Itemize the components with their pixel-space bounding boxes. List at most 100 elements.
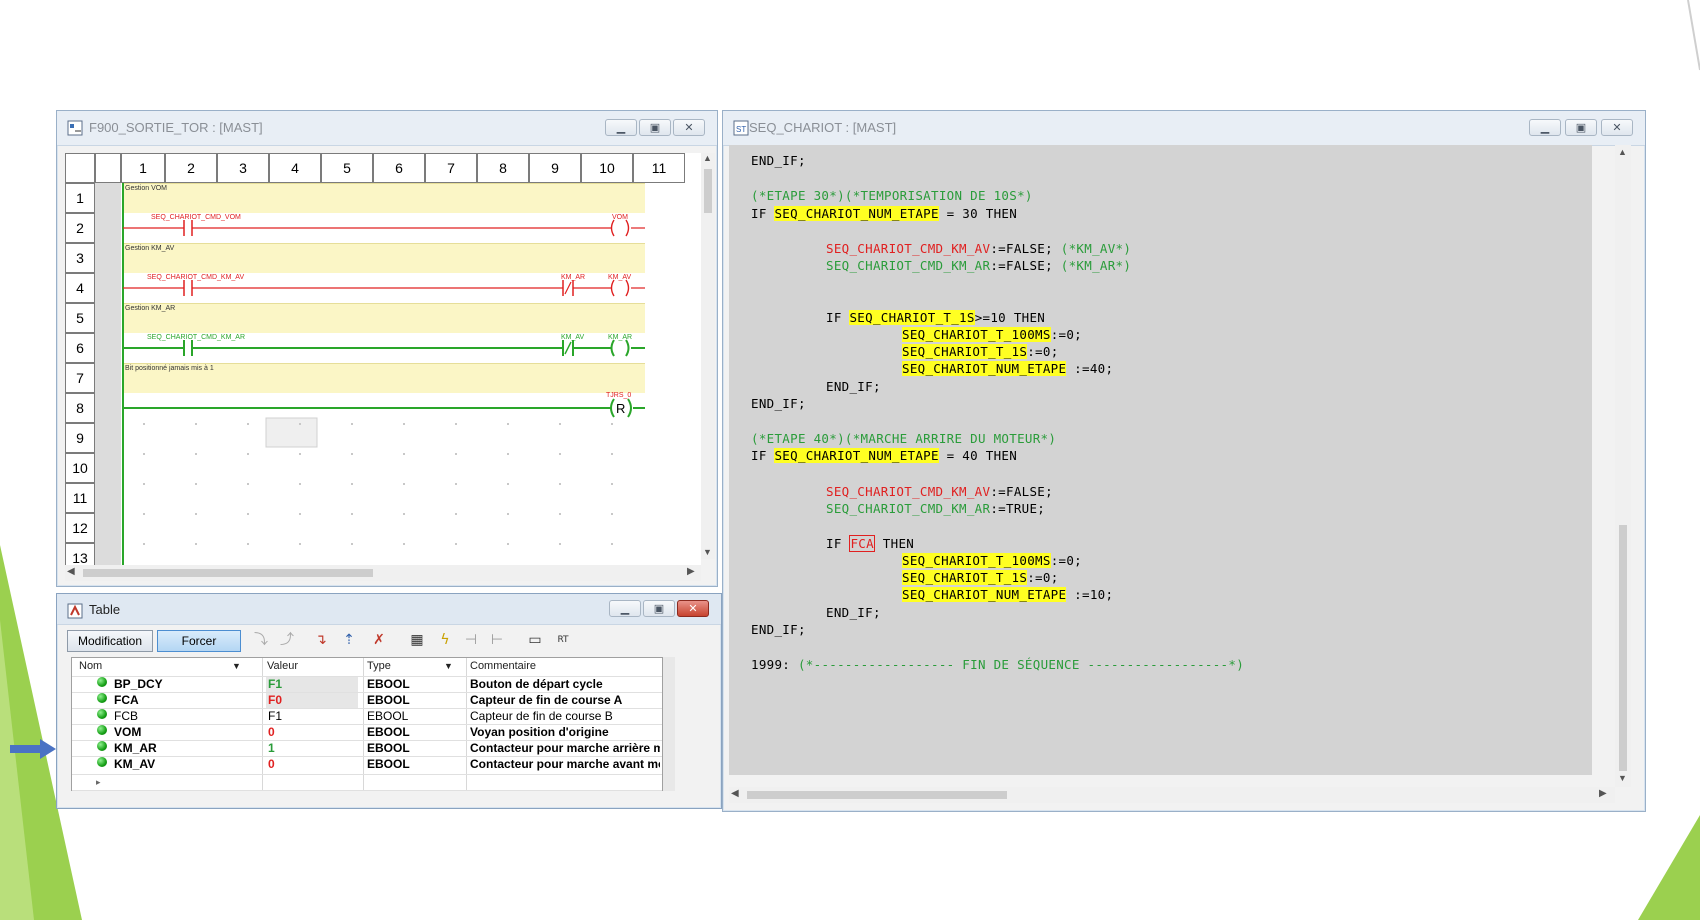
cell-commentaire[interactable]: Bouton de départ cycle <box>470 677 660 692</box>
sort-dropdown-icon[interactable]: ▼ <box>444 658 453 675</box>
cell-valeur[interactable]: 1 <box>266 741 358 756</box>
table-row[interactable]: FCB F1 EBOOL Capteur de fin de course B <box>72 708 662 724</box>
grid-icon[interactable]: ▦ <box>407 630 427 650</box>
vertical-scrollbar[interactable]: ▲ ▼ <box>701 153 715 559</box>
cell-commentaire[interactable]: Capteur de fin de course A <box>470 693 660 708</box>
cell-valeur[interactable]: F1 <box>266 677 358 692</box>
close-icon: ✕ <box>688 602 698 615</box>
horizontal-scrollbar[interactable]: ◀ ▶ <box>65 565 701 581</box>
cell-nom[interactable]: VOM <box>114 725 254 740</box>
code-line: SEQ_CHARIOT_NUM_ETAPE :=10; <box>902 587 1114 602</box>
code-line: IF FCA THEN <box>826 535 915 552</box>
grid-dot <box>403 513 405 515</box>
rt-icon[interactable]: RT <box>553 630 573 650</box>
code-comment: (*ETAPE 30*)(*TEMPORISATION DE 10S*) <box>751 188 1033 203</box>
scroll-thumb[interactable] <box>83 569 373 577</box>
grid-dot <box>351 513 353 515</box>
cell-valeur[interactable]: F1 <box>266 709 358 724</box>
highlighted-variable: SEQ_CHARIOT_T_1S <box>902 344 1028 359</box>
table-row[interactable]: BP_DCY F1 EBOOL Bouton de départ cycle <box>72 676 662 692</box>
column-header-valeur[interactable]: Valeur <box>267 658 298 675</box>
grid-dot <box>195 543 197 545</box>
code-line: SEQ_CHARIOT_CMD_KM_AV:=FALSE; (*KM_AV*) <box>826 241 1132 256</box>
reset-value-icon[interactable]: ⊢ <box>487 630 507 650</box>
minimize-button[interactable]: ▁ <box>609 600 641 617</box>
grid-dot <box>455 423 457 425</box>
highlighted-variable: SEQ_CHARIOT_NUM_ETAPE <box>902 361 1067 376</box>
cell-valeur[interactable]: 0 <box>266 725 358 740</box>
scroll-right-icon[interactable]: ▶ <box>1599 788 1607 799</box>
column-header-type[interactable]: Type <box>367 658 391 675</box>
scroll-thumb[interactable] <box>1619 525 1627 771</box>
scroll-thumb[interactable] <box>747 791 1007 799</box>
force-icon[interactable]: ⇡ <box>339 630 359 650</box>
scroll-up-icon[interactable]: ▲ <box>703 153 712 163</box>
scroll-down-icon[interactable]: ▼ <box>703 547 712 557</box>
cell-commentaire[interactable]: Contacteur pour marche avant mot... <box>470 757 660 772</box>
close-button[interactable]: ✕ <box>677 600 709 617</box>
code-horizontal-scrollbar[interactable]: ◀ ▶ <box>729 787 1615 803</box>
modification-tab[interactable]: Modification <box>67 630 153 652</box>
cell-commentaire[interactable]: Capteur de fin de course B <box>470 709 660 724</box>
cell-valeur[interactable]: 0 <box>266 757 358 772</box>
new-row[interactable]: ▸ <box>72 774 662 791</box>
code-line: END_IF; <box>751 153 806 168</box>
column-header-commentaire[interactable]: Commentaire <box>470 658 536 675</box>
minimize-button[interactable]: ▁ <box>1529 119 1561 136</box>
minimize-button[interactable]: ▁ <box>605 119 637 136</box>
scroll-right-icon[interactable]: ▶ <box>687 566 695 577</box>
cell-nom[interactable]: FCA <box>114 693 254 708</box>
table-row[interactable]: KM_AV 0 EBOOL Contacteur pour marche avant … <box>72 756 662 772</box>
grid-dot <box>455 513 457 515</box>
scroll-thumb[interactable] <box>704 169 712 213</box>
table-row[interactable]: VOM 0 EBOOL Voyan position d'origine <box>72 724 662 740</box>
scroll-up-icon[interactable]: ▲ <box>1618 147 1627 157</box>
grid-dot <box>403 543 405 545</box>
table-row[interactable]: KM_AR 1 EBOOL Contacteur pour marche arrièr… <box>72 740 662 756</box>
grid-dot <box>143 483 145 485</box>
maximize-icon: ▣ <box>653 602 665 615</box>
grid-dot <box>455 453 457 455</box>
column-header-nom[interactable]: Nom <box>79 658 102 675</box>
scroll-left-icon[interactable]: ◀ <box>67 566 75 577</box>
cell-nom[interactable]: KM_AV <box>114 757 254 772</box>
st-code-editor[interactable]: END_IF; (*ETAPE 30*)(*TEMPORISATION DE 1… <box>729 145 1592 775</box>
grid-dot <box>351 483 353 485</box>
code-vertical-scrollbar[interactable]: ▲ ▼ <box>1615 145 1631 787</box>
close-button[interactable]: ✕ <box>1601 119 1633 136</box>
grid-dot <box>247 543 249 545</box>
forcer-tab[interactable]: Forcer <box>157 630 241 652</box>
set-value-icon[interactable]: ⊣ <box>461 630 481 650</box>
cell-nom[interactable]: FCB <box>114 709 254 724</box>
table-vertical-scrollbar[interactable] <box>663 657 675 791</box>
unforce-icon[interactable]: ✗ <box>369 630 389 650</box>
animation-icon[interactable]: ▭ <box>525 630 545 650</box>
grid-dot <box>559 543 561 545</box>
grid-dot <box>507 513 509 515</box>
rising-edge-icon[interactable]: ↴ <box>311 630 331 650</box>
scroll-down-icon[interactable]: ▼ <box>1618 773 1627 783</box>
cell-type: EBOOL <box>367 757 410 771</box>
lightning-icon[interactable]: ϟ <box>435 630 455 650</box>
sort-dropdown-icon[interactable]: ▼ <box>232 658 241 675</box>
code-line: SEQ_CHARIOT_T_1S:=0; <box>902 344 1059 359</box>
force-to-1-icon[interactable]: ⤴ <box>277 630 297 650</box>
cell-valeur[interactable]: F0 <box>266 693 358 708</box>
cell-commentaire[interactable]: Voyan position d'origine <box>470 725 660 740</box>
force-to-0-icon[interactable]: ⤵ <box>251 630 271 650</box>
animation-table[interactable]: Nom ▼ Valeur Type ▼ Commentaire BP_DCY F1… <box>71 657 663 791</box>
table-row[interactable]: FCA F0 EBOOL Capteur de fin de course A <box>72 692 662 708</box>
grid-dot <box>611 423 613 425</box>
maximize-button[interactable]: ▣ <box>1565 119 1597 136</box>
grid-dot <box>403 453 405 455</box>
close-button[interactable]: ✕ <box>673 119 705 136</box>
ladder-grid[interactable]: 1 2 3 4 5 6 7 8 9 10 11 1 2 3 4 5 6 7 8 9 10 11 12 13 Gestion … <box>65 153 701 575</box>
grid-dot <box>611 513 613 515</box>
grid-dot <box>299 513 301 515</box>
maximize-button[interactable]: ▣ <box>639 119 671 136</box>
maximize-button[interactable]: ▣ <box>643 600 675 617</box>
cell-nom[interactable]: BP_DCY <box>114 677 254 692</box>
cell-nom[interactable]: KM_AR <box>114 741 254 756</box>
cell-commentaire[interactable]: Contacteur pour marche arrière mo... <box>470 741 660 756</box>
scroll-left-icon[interactable]: ◀ <box>731 788 739 799</box>
